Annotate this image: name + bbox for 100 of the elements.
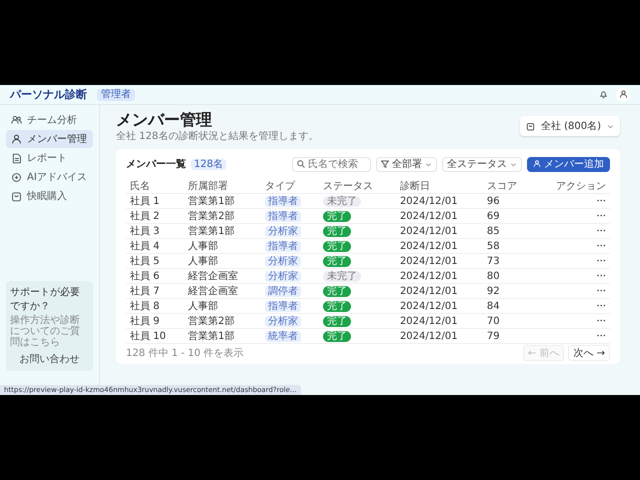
user-icon bbox=[533, 160, 541, 168]
sidebar-item[interactable]: チーム分析 bbox=[6, 111, 93, 129]
more-actions-button[interactable]: ··· bbox=[596, 196, 606, 206]
status-badge: 完了 bbox=[323, 240, 352, 252]
more-actions-button[interactable]: ··· bbox=[596, 286, 606, 296]
department-cell: 人事部 bbox=[184, 238, 261, 254]
status-badge: 未完了 bbox=[323, 270, 362, 282]
name-cell: 社員 8 bbox=[126, 298, 184, 314]
status-badge: 完了 bbox=[323, 300, 352, 312]
card-title: メンバー一覧 bbox=[126, 158, 186, 171]
status-badge: 完了 bbox=[323, 226, 352, 236]
bell-icon[interactable] bbox=[599, 90, 608, 99]
date-cell: 2024/12/01 bbox=[396, 208, 483, 224]
score-cell: 96 bbox=[482, 194, 534, 208]
role-badge: 管理者 bbox=[97, 88, 135, 100]
more-actions-button[interactable]: ··· bbox=[596, 300, 606, 312]
scope-select[interactable]: 全社 (800名) bbox=[520, 116, 620, 136]
date-cell: 2024/12/01 bbox=[396, 254, 483, 268]
name-cell: 社員 5 bbox=[126, 254, 184, 268]
type-tag: 分析家 bbox=[264, 316, 301, 326]
status-badge: 未完了 bbox=[323, 196, 362, 206]
sidebar-item[interactable]: レポート bbox=[6, 149, 93, 167]
chevron-down-icon bbox=[510, 160, 517, 168]
page-title: メンバー管理 bbox=[116, 110, 213, 129]
app-title: パーソナル診断 bbox=[10, 87, 87, 102]
name-cell: 社員 3 bbox=[126, 224, 184, 238]
more-actions-button[interactable]: ··· bbox=[596, 330, 606, 342]
status-badge: 完了 bbox=[323, 316, 352, 326]
filter-icon bbox=[381, 160, 389, 168]
sidebar-item[interactable]: AIアドバイス bbox=[6, 168, 93, 186]
type-tag: 分析家 bbox=[264, 270, 301, 282]
department-cell: 営業第2部 bbox=[184, 208, 261, 224]
score-cell: 73 bbox=[482, 254, 534, 268]
department-cell: 経営企画室 bbox=[184, 268, 261, 284]
name-cell: 社員 10 bbox=[126, 328, 184, 344]
score-cell: 85 bbox=[482, 224, 534, 238]
more-actions-button[interactable]: ··· bbox=[596, 316, 606, 326]
bag-icon bbox=[11, 190, 22, 202]
department-cell: 経営企画室 bbox=[184, 284, 261, 298]
column-header: スコア bbox=[482, 179, 534, 194]
user-avatar-button[interactable] bbox=[616, 88, 630, 102]
more-actions-button[interactable]: ··· bbox=[596, 270, 606, 282]
score-cell: 79 bbox=[482, 328, 534, 344]
sidebar-item[interactable]: 快眠購入 bbox=[6, 187, 93, 205]
date-cell: 2024/12/01 bbox=[396, 314, 483, 328]
support-title: サポートが必要ですか？ bbox=[10, 286, 81, 313]
user-icon bbox=[11, 134, 22, 144]
chevron-down-icon bbox=[425, 160, 432, 168]
people-icon bbox=[11, 114, 22, 126]
date-cell: 2024/12/01 bbox=[396, 268, 483, 284]
contact-button[interactable]: お問い合わせ bbox=[14, 351, 86, 367]
department-cell: 人事部 bbox=[184, 254, 261, 268]
department-cell: 人事部 bbox=[184, 298, 261, 314]
column-header: 所属部署 bbox=[184, 179, 261, 194]
department-cell: 営業第2部 bbox=[184, 314, 261, 328]
user-icon bbox=[618, 90, 628, 99]
type-tag: 分析家 bbox=[264, 226, 301, 236]
department-filter[interactable]: 全部署 bbox=[376, 156, 437, 172]
date-cell: 2024/12/01 bbox=[396, 298, 483, 314]
date-cell: 2024/12/01 bbox=[396, 284, 483, 298]
date-cell: 2024/12/01 bbox=[396, 238, 483, 254]
chevron-down-icon bbox=[607, 122, 614, 130]
status-badge: 完了 bbox=[323, 210, 352, 222]
score-cell: 80 bbox=[482, 268, 534, 284]
column-header: 診断日 bbox=[396, 179, 483, 194]
pagination-summary: 128 件中 1 - 10 件を表示 bbox=[126, 346, 244, 360]
add-member-button[interactable]: メンバー追加 bbox=[527, 156, 610, 172]
name-cell: 社員 2 bbox=[126, 208, 184, 224]
more-actions-button[interactable]: ··· bbox=[596, 210, 606, 222]
type-tag: 調停者 bbox=[264, 286, 301, 296]
department-cell: 営業第1部 bbox=[184, 328, 261, 344]
status-filter[interactable]: 全ステータス bbox=[442, 156, 522, 172]
document-icon bbox=[11, 152, 22, 164]
search-field[interactable]: 氏名で検索 bbox=[292, 156, 371, 172]
status-badge: 完了 bbox=[323, 286, 352, 296]
column-header: ステータス bbox=[319, 179, 396, 194]
count-badge: 128名 bbox=[191, 158, 226, 170]
score-cell: 92 bbox=[482, 284, 534, 298]
type-tag: 指導者 bbox=[264, 196, 301, 206]
page-subtitle: 全社 128名の診断状況と結果を管理します。 bbox=[116, 130, 318, 143]
column-header: タイプ bbox=[260, 179, 320, 194]
score-cell: 58 bbox=[482, 238, 534, 254]
more-actions-button[interactable]: ··· bbox=[596, 226, 606, 236]
date-cell: 2024/12/01 bbox=[396, 328, 483, 344]
more-actions-button[interactable]: ··· bbox=[596, 240, 606, 252]
support-text: 操作方法や診断についてのご質問はこちら bbox=[10, 315, 81, 348]
name-cell: 社員 9 bbox=[126, 314, 184, 328]
status-badge: 完了 bbox=[323, 256, 352, 266]
more-actions-button[interactable]: ··· bbox=[596, 256, 606, 266]
sidebar-item[interactable]: メンバー管理 bbox=[6, 130, 93, 148]
circle-plus-icon bbox=[11, 172, 22, 182]
status-badge: 完了 bbox=[323, 330, 352, 342]
type-tag: 指導者 bbox=[264, 240, 301, 252]
name-cell: 社員 6 bbox=[126, 268, 184, 284]
next-page-button[interactable]: 次へ → bbox=[568, 344, 610, 360]
search-icon bbox=[297, 160, 305, 168]
name-cell: 社員 7 bbox=[126, 284, 184, 298]
score-cell: 70 bbox=[482, 314, 534, 328]
score-cell: 84 bbox=[482, 298, 534, 314]
type-tag: 分析家 bbox=[264, 256, 301, 266]
